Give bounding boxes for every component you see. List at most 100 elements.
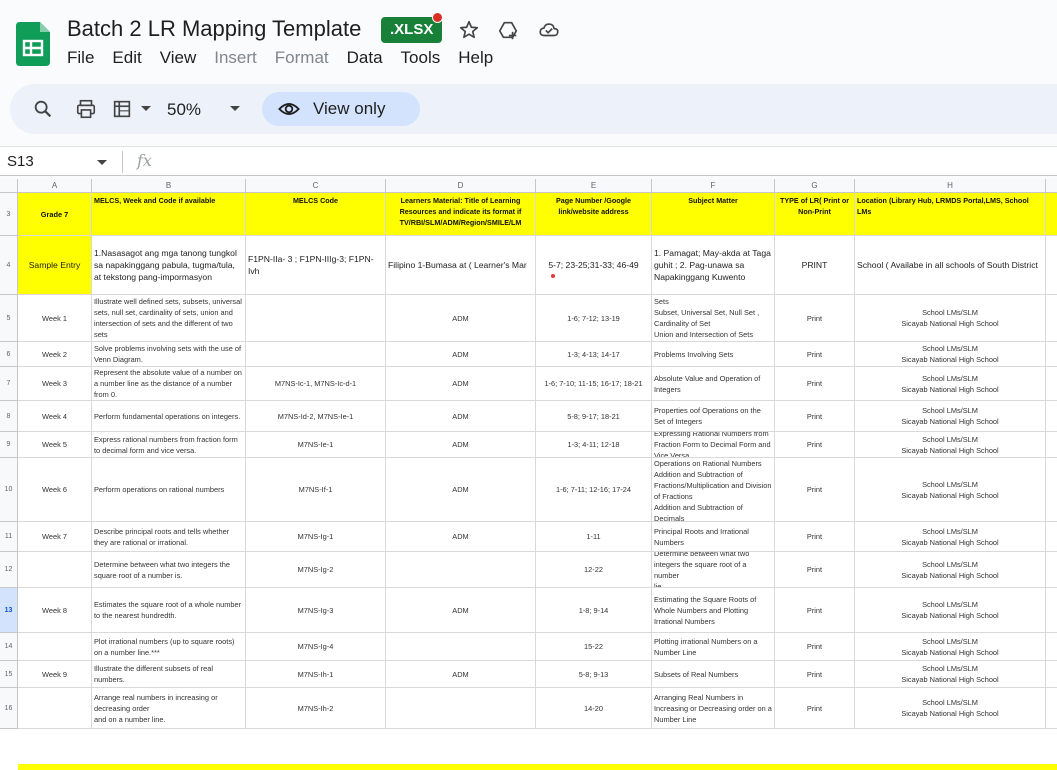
- cell-h-8[interactable]: School LMs/SLM Sicayab National High Sch…: [855, 401, 1046, 432]
- format-table-icon[interactable]: [111, 98, 133, 120]
- cell-c-14[interactable]: M7NS-Ig-4: [246, 633, 386, 661]
- cell-h-9[interactable]: School LMs/SLM Sicayab National High Sch…: [855, 432, 1046, 458]
- cell-h-5[interactable]: School LMs/SLM Sicayab National High Sch…: [855, 295, 1046, 342]
- cell-i-11[interactable]: [1046, 522, 1057, 552]
- sheets-logo-icon[interactable]: [16, 22, 50, 66]
- cell-a-5[interactable]: Week 1: [18, 295, 92, 342]
- cell-c-6[interactable]: [246, 342, 386, 367]
- cell-a-10[interactable]: Week 6: [18, 458, 92, 522]
- cell-a-14[interactable]: [18, 633, 92, 661]
- row-header-8[interactable]: 8: [0, 401, 18, 432]
- cell-h-11[interactable]: School LMs/SLM Sicayab National High Sch…: [855, 522, 1046, 552]
- select-all-corner[interactable]: [0, 179, 18, 193]
- cell-a-16[interactable]: [18, 688, 92, 729]
- cell-e-8[interactable]: 5-8; 9-17; 18-21: [536, 401, 652, 432]
- cell-e-15[interactable]: 5-8; 9-13: [536, 661, 652, 688]
- cell-b-4[interactable]: 1.Nasasagot ang mga tanong tungkol sa na…: [92, 236, 246, 295]
- cell-i-3[interactable]: [1046, 193, 1057, 236]
- move-to-drive-icon[interactable]: [497, 19, 519, 41]
- cell-g-6[interactable]: Print: [775, 342, 855, 367]
- cell-h-3[interactable]: Location (Library Hub, LRMDS Portal,LMS,…: [855, 193, 1046, 236]
- menu-edit[interactable]: Edit: [103, 48, 150, 72]
- cell-e-11[interactable]: 1-11: [536, 522, 652, 552]
- column-header-a[interactable]: A: [18, 179, 92, 193]
- row-header-16[interactable]: 16: [0, 688, 18, 729]
- cell-d-16[interactable]: [386, 688, 536, 729]
- cell-h-13[interactable]: School LMs/SLM Sicayab National High Sch…: [855, 588, 1046, 633]
- cell-c-5[interactable]: [246, 295, 386, 342]
- cell-a-15[interactable]: Week 9: [18, 661, 92, 688]
- cell-i-15[interactable]: [1046, 661, 1057, 688]
- cell-e-6[interactable]: 1-3; 4-13; 14-17: [536, 342, 652, 367]
- cell-c-15[interactable]: M7NS-Ih-1: [246, 661, 386, 688]
- row-header-15[interactable]: 15: [0, 661, 18, 688]
- cell-i-16[interactable]: [1046, 688, 1057, 729]
- cell-d-14[interactable]: [386, 633, 536, 661]
- cell-f-7[interactable]: Absolute Value and Operation of Integers: [652, 367, 775, 401]
- cell-b-15[interactable]: Illustrate the different subsets of real…: [92, 661, 246, 688]
- cell-a-3[interactable]: Grade 7: [18, 193, 92, 236]
- cell-e-9[interactable]: 1-3; 4-11; 12-18: [536, 432, 652, 458]
- cell-h-12[interactable]: School LMs/SLM Sicayab National High Sch…: [855, 552, 1046, 588]
- menu-help[interactable]: Help: [449, 48, 502, 72]
- zoom-dropdown-caret-icon[interactable]: [230, 106, 240, 111]
- cell-f-10[interactable]: Operations on Rational Numbers Addition …: [652, 458, 775, 522]
- cell-a-11[interactable]: Week 7: [18, 522, 92, 552]
- cell-b-11[interactable]: Describe principal roots and tells wheth…: [92, 522, 246, 552]
- cell-d-15[interactable]: ADM: [386, 661, 536, 688]
- column-header-g[interactable]: G: [775, 179, 855, 193]
- column-header-f[interactable]: F: [652, 179, 775, 193]
- column-header-h[interactable]: H: [855, 179, 1046, 193]
- cell-c-7[interactable]: M7NS-Ic-1, M7NS-Ic-d-1: [246, 367, 386, 401]
- cell-d-13[interactable]: ADM: [386, 588, 536, 633]
- name-box[interactable]: S13: [7, 153, 34, 170]
- search-icon[interactable]: [32, 98, 54, 120]
- cell-h-15[interactable]: School LMs/SLM Sicayab National High Sch…: [855, 661, 1046, 688]
- cell-i-10[interactable]: [1046, 458, 1057, 522]
- cell-i-13[interactable]: [1046, 588, 1057, 633]
- row-header-7[interactable]: 7: [0, 367, 18, 401]
- cell-i-5[interactable]: [1046, 295, 1057, 342]
- cell-b-7[interactable]: Represent the absolute value of a number…: [92, 367, 246, 401]
- menu-insert[interactable]: Insert: [205, 48, 266, 72]
- cell-d-12[interactable]: [386, 552, 536, 588]
- cell-g-5[interactable]: Print: [775, 295, 855, 342]
- cell-f-5[interactable]: Sets Subset, Universal Set, Null Set , C…: [652, 295, 775, 342]
- row-header-9[interactable]: 9: [0, 432, 18, 458]
- cell-a-4[interactable]: Sample Entry: [18, 236, 92, 295]
- cell-b-5[interactable]: Illustrate well defined sets, subsets, u…: [92, 295, 246, 342]
- cell-e-10[interactable]: 1-6; 7-11; 12-16; 17-24: [536, 458, 652, 522]
- cell-e-13[interactable]: 1-8; 9-14: [536, 588, 652, 633]
- cell-e-7[interactable]: 1-6; 7-10; 11-15; 16-17; 18-21: [536, 367, 652, 401]
- cell-a-6[interactable]: Week 2: [18, 342, 92, 367]
- cell-d-10[interactable]: ADM: [386, 458, 536, 522]
- cell-a-13[interactable]: Week 8: [18, 588, 92, 633]
- cell-a-8[interactable]: Week 4: [18, 401, 92, 432]
- cell-i-8[interactable]: [1046, 401, 1057, 432]
- cell-c-4[interactable]: F1PN-IIa- 3 ; F1PN-IIIg-3; F1PN-Ivh: [246, 236, 386, 295]
- cell-f-15[interactable]: Subsets of Real Numbers: [652, 661, 775, 688]
- cell-b-12[interactable]: Determine between what two integers the …: [92, 552, 246, 588]
- cell-f-8[interactable]: Properties oof Operations on the Set of …: [652, 401, 775, 432]
- column-header-e[interactable]: E: [536, 179, 652, 193]
- print-icon[interactable]: [75, 98, 97, 120]
- column-header-d[interactable]: D: [386, 179, 536, 193]
- cell-c-12[interactable]: M7NS-Ig-2: [246, 552, 386, 588]
- cell-b-14[interactable]: Plot irrational numbers (up to square ro…: [92, 633, 246, 661]
- cell-d-4[interactable]: Filipino 1-Bumasa at ( Learner's Mar: [386, 236, 536, 295]
- cell-d-8[interactable]: ADM: [386, 401, 536, 432]
- cell-d-7[interactable]: ADM: [386, 367, 536, 401]
- row-header-10[interactable]: 10: [0, 458, 18, 522]
- name-box-caret-icon[interactable]: [97, 160, 107, 165]
- cell-f-3[interactable]: Subject Matter: [652, 193, 775, 236]
- cell-d-5[interactable]: ADM: [386, 295, 536, 342]
- cell-e-4[interactable]: 5-7; 23-25;31-33; 46-49: [536, 236, 652, 295]
- cell-e-16[interactable]: 14-20: [536, 688, 652, 729]
- cell-g-15[interactable]: Print: [775, 661, 855, 688]
- cell-a-9[interactable]: Week 5: [18, 432, 92, 458]
- document-title[interactable]: Batch 2 LR Mapping Template: [67, 16, 361, 42]
- cell-c-13[interactable]: M7NS-Ig-3: [246, 588, 386, 633]
- cell-e-5[interactable]: 1-6; 7-12; 13-19: [536, 295, 652, 342]
- cell-i-7[interactable]: [1046, 367, 1057, 401]
- cell-f-11[interactable]: Principal Roots and Irrational Numbers: [652, 522, 775, 552]
